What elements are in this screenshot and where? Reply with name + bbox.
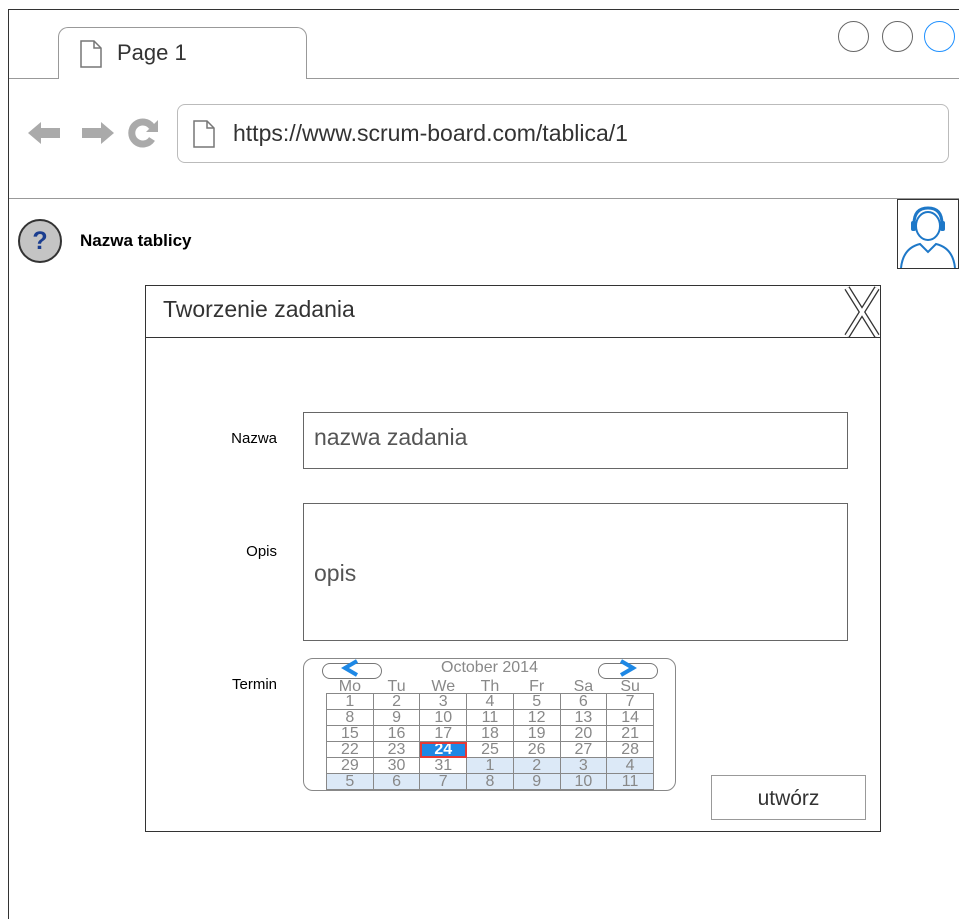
calendar-day[interactable]: 8	[326, 709, 374, 726]
calendar-week-row: 22 23 24 25 26 27 28	[326, 741, 654, 758]
tab-label: Page 1	[117, 40, 187, 65]
calendar-day[interactable]: 25	[466, 741, 514, 758]
maximize-button[interactable]	[882, 21, 913, 52]
help-button[interactable]: ?	[18, 219, 62, 263]
chevron-right-icon	[619, 659, 637, 677]
weekday-header: Su	[620, 678, 640, 695]
calendar-day[interactable]: 2	[512, 757, 561, 774]
address-bar[interactable]: https://www.scrum-board.com/tablica/1	[177, 104, 949, 163]
calendar-day[interactable]: 4	[606, 757, 654, 774]
calendar-day[interactable]: 7	[606, 693, 654, 710]
calendar-day[interactable]: 30	[372, 757, 421, 774]
calendar-day[interactable]: 19	[512, 725, 561, 742]
calendar-day[interactable]: 4	[466, 693, 514, 710]
calendar-days: 1 2 3 4 5 6 7 8 9 10 11 12 13 14 15 16 17 18 19 20 21 22 23 24 2…	[326, 693, 654, 790]
chevron-left-icon	[341, 659, 359, 677]
calendar-week-row: 8 9 10 11 12 13 14	[326, 709, 654, 726]
calendar-day[interactable]: 16	[372, 725, 421, 742]
calendar-day[interactable]: 8	[466, 773, 514, 790]
calendar-day[interactable]: 12	[512, 709, 561, 726]
minimize-button[interactable]	[838, 21, 869, 52]
create-button[interactable]: utwórz	[711, 775, 866, 820]
weekday-header-row: Mo Tu We Th Fr Sa Su	[327, 678, 654, 695]
calendar-grid: Mo Tu We Th Fr Sa Su 1 2 3 4 5 6 7 8 9 10 11 12 13 14 15 16 17…	[326, 678, 654, 790]
calendar-day[interactable]: 18	[466, 725, 514, 742]
calendar-day[interactable]: 14	[606, 709, 654, 726]
calendar-week-row: 1234567	[326, 693, 654, 710]
arrow-right-icon[interactable]	[80, 120, 116, 151]
deadline-label: Termin	[231, 676, 277, 693]
weekday-header: Mo	[338, 678, 361, 695]
document-icon	[79, 40, 103, 73]
calendar-day[interactable]: 9	[372, 709, 421, 726]
calendar-day[interactable]: 3	[559, 757, 608, 774]
calendar-day-selected[interactable]: 24	[419, 741, 468, 758]
calendar-day[interactable]: 29	[326, 757, 374, 774]
arrow-left-icon[interactable]	[26, 120, 62, 151]
calendar-day[interactable]: 11	[466, 709, 514, 726]
calendar-day[interactable]: 6	[559, 693, 608, 710]
name-input-value: nazwa zadania	[314, 424, 468, 450]
name-label: Nazwa	[231, 430, 277, 447]
calendar-day[interactable]: 5	[512, 693, 561, 710]
calendar-day[interactable]: 17	[419, 725, 468, 742]
user-avatar-button[interactable]	[897, 199, 959, 269]
weekday-header: Tu	[387, 678, 406, 695]
calendar-day[interactable]: 26	[512, 741, 561, 758]
calendar-day[interactable]: 21	[606, 725, 654, 742]
calendar-day[interactable]: 3	[419, 693, 468, 710]
calendar-day[interactable]: 10	[559, 773, 608, 790]
calendar-day[interactable]: 15	[326, 725, 374, 742]
board-name: Nazwa tablicy	[80, 231, 192, 250]
name-input[interactable]: nazwa zadania	[303, 412, 848, 469]
calendar-day[interactable]: 28	[606, 741, 654, 758]
weekday-header: Fr	[529, 678, 545, 695]
weekday-header: Th	[480, 678, 500, 695]
description-value: opis	[314, 560, 357, 586]
close-icon[interactable]	[844, 286, 880, 338]
close-window-button[interactable]	[924, 21, 955, 52]
calendar-day[interactable]: 9	[512, 773, 561, 790]
calendar-day[interactable]: 22	[326, 741, 374, 758]
calendar-week-row: 29 30 31 1 2 3 4	[326, 757, 654, 774]
dialog-header: Tworzenie zadania	[146, 286, 880, 338]
url-text: https://www.scrum-board.com/tablica/1	[233, 120, 628, 146]
calendar-day[interactable]: 20	[559, 725, 608, 742]
address-bar-divider	[9, 198, 959, 199]
weekday-header: We	[431, 678, 456, 695]
calendar-week-row: 5 6 7 8 9 10 11	[326, 773, 654, 790]
calendar-day[interactable]: 11	[606, 773, 654, 790]
description-label: Opis	[246, 543, 277, 560]
calendar-day[interactable]: 1	[326, 693, 374, 710]
calendar-day[interactable]: 6	[372, 773, 421, 790]
reload-icon[interactable]	[128, 118, 160, 153]
calendar-day[interactable]: 2	[372, 693, 421, 710]
calendar-day[interactable]: 27	[559, 741, 608, 758]
calendar-day[interactable]: 5	[326, 773, 374, 790]
calendar-day[interactable]: 1	[466, 757, 514, 774]
previous-month-button[interactable]	[322, 659, 382, 679]
weekday-header: Sa	[573, 678, 594, 695]
calendar-week-row: 15 16 17 18 19 20 21	[326, 725, 654, 742]
calendar-day[interactable]: 23	[372, 741, 421, 758]
tab-page-1[interactable]: Page 1	[58, 27, 307, 79]
calendar-day[interactable]: 10	[419, 709, 468, 726]
description-textarea[interactable]: opis	[303, 503, 848, 641]
calendar-day[interactable]: 13	[559, 709, 608, 726]
dialog-title: Tworzenie zadania	[163, 296, 355, 322]
calendar-day[interactable]: 7	[419, 773, 468, 790]
user-avatar-icon	[898, 206, 958, 272]
next-month-button[interactable]	[598, 659, 658, 679]
document-icon	[192, 120, 216, 153]
calendar-day[interactable]: 31	[419, 757, 468, 774]
